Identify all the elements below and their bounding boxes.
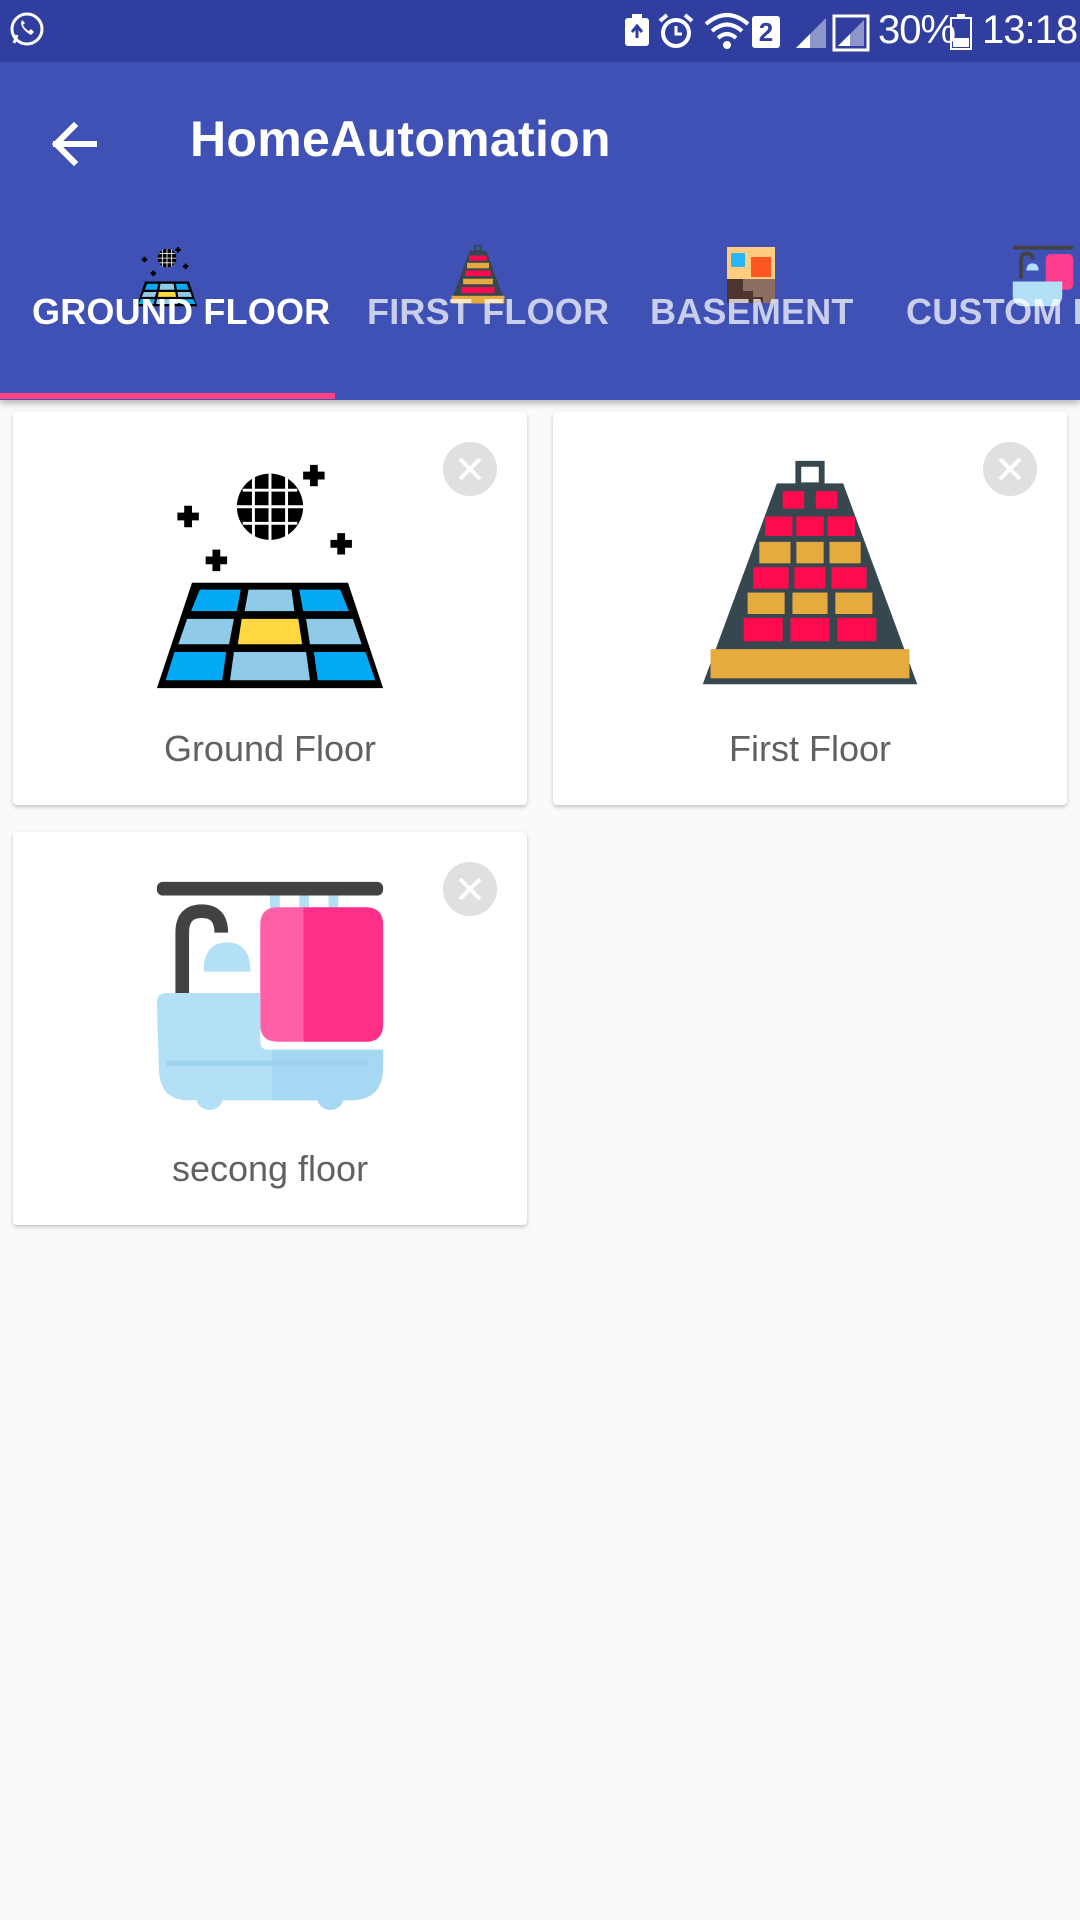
battery-icon xyxy=(950,14,972,50)
tab-indicator xyxy=(0,393,335,399)
floor-card-ground-floor[interactable]: Ground Floor xyxy=(13,412,527,805)
whatsapp-icon xyxy=(10,12,44,46)
battery-percent: 30% xyxy=(878,8,956,52)
tab-first-floor[interactable]: FIRST FLOOR xyxy=(335,227,625,400)
floor-card-first-floor[interactable]: First Floor xyxy=(553,412,1067,805)
tab-label: BASEMENT xyxy=(650,291,854,332)
clock: 13:18 xyxy=(982,8,1078,52)
page-title: HomeAutomation xyxy=(190,111,611,167)
bathtub-icon xyxy=(156,881,384,1111)
wifi-icon xyxy=(704,13,750,49)
back-button[interactable] xyxy=(38,108,110,180)
remove-floor-button[interactable] xyxy=(443,442,497,496)
close-icon xyxy=(458,457,482,481)
battery-saver-icon xyxy=(625,14,649,46)
tab-label: FIRST FLOOR xyxy=(367,291,610,332)
dance-floor-icon xyxy=(156,464,384,689)
sim-badge: 2 xyxy=(752,16,780,48)
tab-label: GROUND FLOOR xyxy=(32,291,331,332)
alarm-icon xyxy=(658,13,694,48)
tab-ground-floor[interactable]: GROUND FLOOR xyxy=(0,227,335,400)
app-bar: HomeAutomation GROUND FLOOR FIRST FLOOR … xyxy=(0,62,1080,400)
close-icon xyxy=(998,457,1022,481)
signal-icon xyxy=(796,18,826,48)
remove-floor-button[interactable] xyxy=(983,442,1037,496)
status-bar: 2 30% 13:18 xyxy=(0,0,1080,62)
tower-icon xyxy=(702,460,918,685)
tab-label: CUSTOM F xyxy=(906,291,1080,332)
floor-name: secong floor xyxy=(171,1148,369,1189)
signal-sim2-icon xyxy=(832,14,870,52)
floor-name: Ground Floor xyxy=(163,728,377,769)
floor-name: First Floor xyxy=(729,728,891,769)
tab-basement[interactable]: BASEMENT xyxy=(625,227,880,400)
remove-floor-button[interactable] xyxy=(443,862,497,916)
close-icon xyxy=(458,877,482,901)
tab-bar: GROUND FLOOR FIRST FLOOR BASEMENT CUSTOM… xyxy=(0,227,1080,400)
arrow-back-icon xyxy=(51,121,97,167)
floor-card-secong-floor[interactable]: secong floor xyxy=(13,832,527,1225)
tab-custom-floor[interactable]: CUSTOM F xyxy=(880,227,1080,400)
